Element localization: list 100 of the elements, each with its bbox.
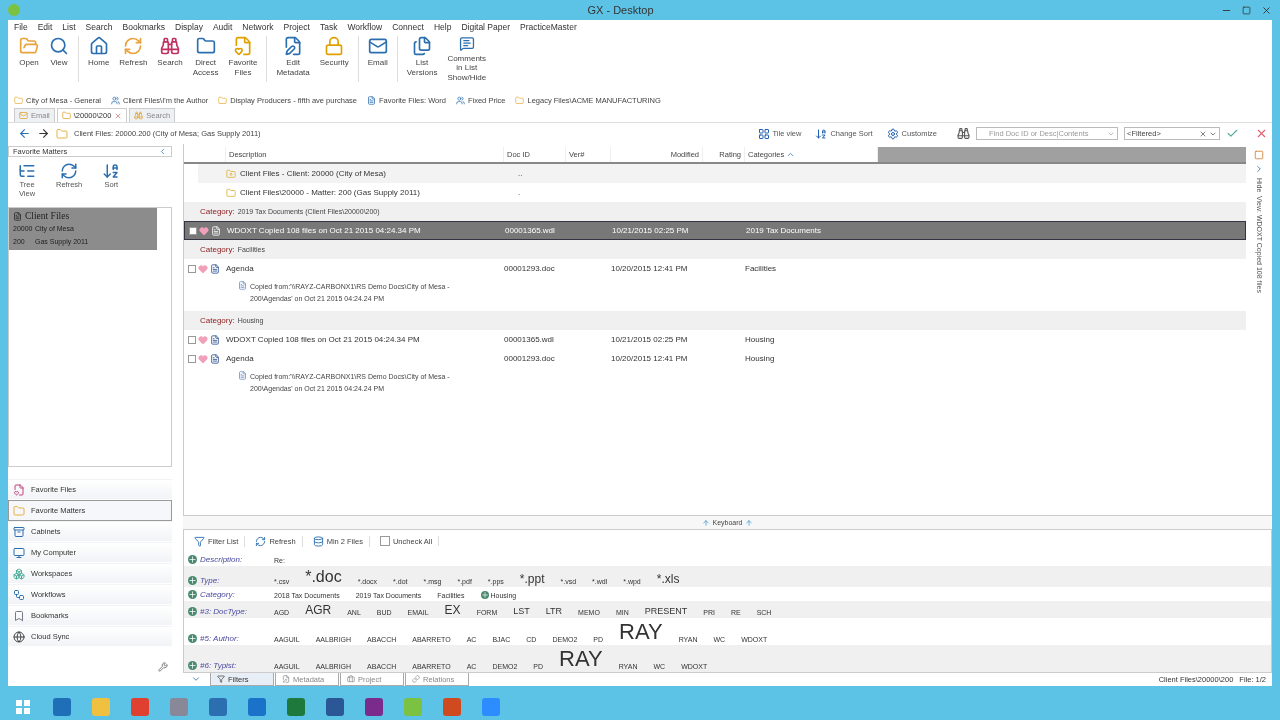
menu-item[interactable]: PracticeMaster bbox=[520, 22, 577, 32]
heart-icon bbox=[199, 225, 209, 236]
ribbon-button[interactable]: Refresh bbox=[116, 36, 151, 82]
menu-item[interactable]: Project bbox=[283, 22, 310, 32]
windows-icon[interactable] bbox=[15, 700, 30, 714]
checkbox[interactable] bbox=[188, 335, 196, 344]
menu-item[interactable]: Search bbox=[85, 22, 113, 32]
filter-value[interactable]: *.ppt bbox=[519, 573, 545, 585]
house-icon bbox=[88, 36, 109, 56]
folder-icon bbox=[226, 168, 236, 179]
filter-label: Type: bbox=[200, 576, 220, 585]
modified-date: 10/21/2015 02:25 PM bbox=[612, 226, 690, 235]
maximize-icon[interactable] bbox=[1242, 5, 1251, 15]
ribbon-button[interactable]: Open bbox=[16, 36, 42, 82]
menu-item[interactable]: Connect bbox=[392, 22, 424, 32]
expand-icon[interactable] bbox=[188, 590, 197, 599]
apply-icon[interactable] bbox=[1226, 127, 1239, 140]
menu-item[interactable]: Digital Paper bbox=[461, 22, 511, 32]
doc-id: 00001293.doc bbox=[504, 264, 556, 273]
filter-value[interactable]: LTR bbox=[545, 607, 563, 616]
folder-name[interactable]: Client Files\20000 - Matter: 200 (Gas Supply 2011) bbox=[226, 187, 518, 198]
filter-value[interactable]: EX bbox=[444, 604, 461, 616]
expand-icon[interactable] bbox=[188, 634, 197, 643]
ribbon-button[interactable]: List Versions bbox=[403, 36, 441, 82]
app-tile-icon[interactable] bbox=[325, 698, 344, 716]
back-icon[interactable] bbox=[18, 127, 31, 140]
app-tile-icon[interactable] bbox=[208, 698, 227, 716]
menu-item[interactable]: List bbox=[62, 22, 76, 32]
close-icon[interactable] bbox=[1261, 4, 1272, 16]
menu-item[interactable]: Audit bbox=[212, 22, 233, 32]
forward-icon[interactable] bbox=[37, 127, 50, 140]
ribbon-button[interactable]: View bbox=[46, 36, 72, 82]
document-row[interactable]: WDOXT Copied 108 files on Oct 21 2015 04:24.34 PM 00001365.wdl 10/21/2015 02:25 PM 2019 Tax Documents bbox=[184, 221, 1246, 240]
app-tile-icon[interactable] bbox=[169, 698, 188, 716]
filter-value[interactable]: RAY bbox=[619, 621, 663, 643]
app-tile-icon[interactable] bbox=[91, 698, 110, 716]
menu-item[interactable]: Edit bbox=[37, 22, 53, 32]
ribbon-button[interactable]: Direct Access bbox=[189, 36, 222, 82]
category-label: Category: bbox=[200, 245, 235, 254]
expand-icon[interactable] bbox=[188, 576, 197, 585]
tree-title: Client Files bbox=[25, 211, 70, 221]
wrench-icon[interactable] bbox=[158, 661, 168, 672]
close-icon[interactable] bbox=[1255, 127, 1268, 140]
app-tile-icon[interactable] bbox=[130, 698, 149, 716]
filter-value[interactable]: *.doc bbox=[305, 569, 342, 585]
checkbox[interactable] bbox=[188, 354, 196, 363]
filter-value[interactable]: LST bbox=[513, 607, 530, 616]
folder-name[interactable]: Client Files - Client: 20000 (City of Mesa) bbox=[226, 168, 518, 179]
checkbox[interactable] bbox=[379, 536, 390, 546]
app-tile-icon[interactable] bbox=[247, 698, 266, 716]
folder-icon bbox=[14, 95, 23, 105]
category-label: Category: bbox=[200, 207, 235, 216]
ribbon-button[interactable]: Edit Metadata bbox=[273, 36, 313, 82]
ribbon-button[interactable]: Home bbox=[85, 36, 113, 82]
menu-item[interactable]: Help bbox=[433, 22, 452, 32]
refresh-icon bbox=[255, 535, 267, 547]
app-tile-icon[interactable] bbox=[286, 698, 305, 716]
menu-item[interactable]: Task bbox=[319, 22, 338, 32]
menu-item[interactable]: Workflow bbox=[347, 22, 383, 32]
clear-icon[interactable] bbox=[1199, 129, 1207, 138]
app-tile-icon[interactable] bbox=[481, 698, 500, 716]
funnel-icon bbox=[217, 675, 225, 683]
arrow-up-icon bbox=[745, 518, 754, 527]
ribbon-button[interactable]: Search bbox=[154, 36, 186, 82]
app-tile-icon[interactable] bbox=[442, 698, 461, 716]
menu-item[interactable]: Bookmarks bbox=[122, 22, 166, 32]
checkbox[interactable] bbox=[189, 226, 197, 235]
expand-icon[interactable] bbox=[188, 607, 197, 616]
collapse-icon[interactable] bbox=[158, 147, 167, 156]
app-tile-icon[interactable] bbox=[364, 698, 383, 716]
filter-value[interactable]: *.xls bbox=[656, 573, 680, 585]
filter-value[interactable]: PRESENT bbox=[644, 607, 688, 616]
document-icon bbox=[210, 334, 220, 345]
expand-icon[interactable] bbox=[188, 555, 197, 564]
folder-icon bbox=[56, 127, 68, 140]
window-title: GX - Desktop bbox=[586, 4, 655, 16]
ribbon-button[interactable]: Email bbox=[364, 36, 391, 82]
ribbon-button[interactable]: Security bbox=[316, 36, 352, 82]
category-value: Facilities bbox=[745, 264, 778, 273]
filter-label: Description: bbox=[200, 555, 243, 564]
close-icon[interactable] bbox=[114, 111, 123, 120]
app-tile-icon[interactable] bbox=[52, 698, 71, 716]
filter-label: #6: Typist: bbox=[200, 661, 237, 670]
binoculars-icon[interactable] bbox=[957, 127, 970, 140]
ribbon-button[interactable]: Favorite Files bbox=[225, 36, 261, 82]
collapse-icon[interactable] bbox=[191, 674, 201, 684]
app-tile-icon[interactable] bbox=[403, 698, 422, 716]
checkbox[interactable] bbox=[188, 264, 196, 273]
ribbon-button[interactable]: Comments in List Show/Hide bbox=[444, 36, 490, 82]
heart-icon bbox=[198, 353, 208, 364]
menu-item[interactable]: Network bbox=[242, 22, 274, 32]
expand-icon[interactable] bbox=[188, 661, 197, 670]
people-icon bbox=[111, 95, 121, 105]
filter-value[interactable]: RAY bbox=[559, 648, 603, 670]
folder-icon bbox=[226, 187, 236, 198]
menu-item[interactable]: Display bbox=[175, 22, 203, 32]
menu-item[interactable]: File bbox=[14, 22, 28, 32]
expand-icon[interactable] bbox=[1254, 164, 1264, 174]
filter-value[interactable]: AGR bbox=[305, 604, 332, 616]
doc-id: 00001293.doc bbox=[504, 354, 556, 363]
